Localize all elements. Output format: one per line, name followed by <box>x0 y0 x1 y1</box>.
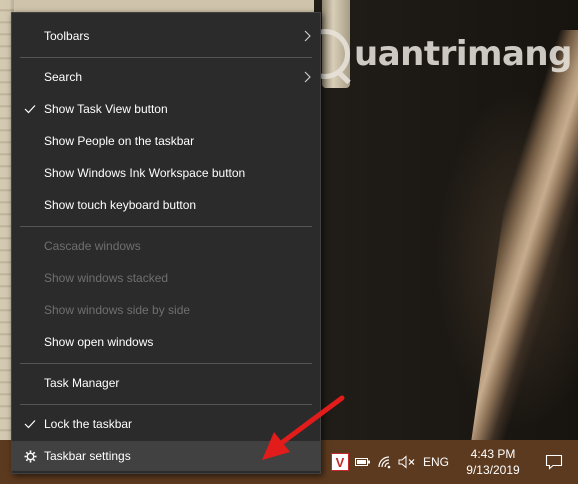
menu-item-show-touch-keyboard[interactable]: Show touch keyboard button <box>12 190 320 220</box>
watermark-text: uantrimang <box>354 34 572 74</box>
menu-item-label: Show Windows Ink Workspace button <box>44 166 246 180</box>
menu-item-show-open-windows[interactable]: Show open windows <box>12 327 320 357</box>
menu-item-label: Search <box>44 70 83 84</box>
menu-separator <box>20 57 312 58</box>
menu-item-show-task-view[interactable]: Show Task View button <box>12 94 320 124</box>
red-arrow-annotation <box>262 395 345 460</box>
menu-separator <box>20 363 312 364</box>
menu-item-toolbars[interactable]: Toolbars <box>12 21 320 51</box>
menu-item-cascade-windows: Cascade windows <box>12 231 320 261</box>
menu-item-show-windows-side-by-side: Show windows side by side <box>12 295 320 325</box>
menu-item-show-windows-stacked: Show windows stacked <box>12 263 320 293</box>
menu-item-search[interactable]: Search <box>12 62 320 92</box>
menu-item-label: Show touch keyboard button <box>44 198 197 212</box>
chevron-right-icon <box>302 62 312 92</box>
gear-icon <box>22 441 38 471</box>
watermark: uantrimang <box>300 26 572 82</box>
wallpaper-book-top <box>14 0 314 12</box>
menu-item-label: Cascade windows <box>44 239 141 253</box>
checkmark-icon <box>22 94 38 124</box>
battery-icon[interactable] <box>352 440 374 484</box>
menu-item-label: Task Manager <box>44 376 120 390</box>
menu-item-show-people[interactable]: Show People on the taskbar <box>12 126 320 156</box>
checkmark-icon <box>22 409 38 439</box>
menu-item-label: Taskbar settings <box>44 449 131 463</box>
menu-item-show-ink-workspace[interactable]: Show Windows Ink Workspace button <box>12 158 320 188</box>
volume-muted-icon[interactable] <box>396 440 418 484</box>
wifi-icon[interactable] <box>374 440 396 484</box>
clock[interactable]: 4:43 PM 9/13/2019 <box>454 440 532 484</box>
menu-separator <box>20 226 312 227</box>
menu-item-label: Show open windows <box>44 335 154 349</box>
language-indicator[interactable]: ENG <box>418 440 454 484</box>
menu-item-label: Show People on the taskbar <box>44 134 195 148</box>
menu-item-label: Show windows stacked <box>44 271 169 285</box>
menu-item-label: Show Task View button <box>44 102 168 116</box>
clock-date: 9/13/2019 <box>466 463 520 477</box>
menu-item-label: Lock the taskbar <box>44 417 133 431</box>
menu-item-label: Toolbars <box>44 29 90 43</box>
chevron-right-icon <box>302 21 312 51</box>
notification-icon[interactable] <box>532 440 576 484</box>
menu-item-label: Show windows side by side <box>44 303 191 317</box>
clock-time: 4:43 PM <box>470 447 516 461</box>
system-tray: V ENG 4:43 PM 9/13/2019 <box>328 440 576 484</box>
